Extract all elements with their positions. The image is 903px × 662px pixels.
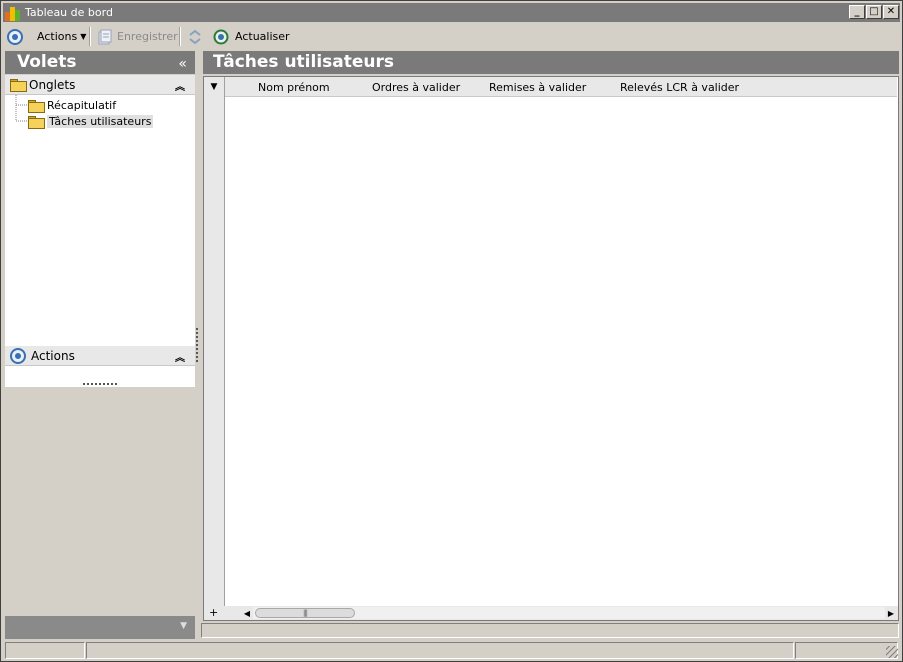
dropdown-arrow-icon: ▼ bbox=[210, 82, 218, 92]
tree-item-recapitulatif[interactable]: Récapitulatif bbox=[28, 97, 116, 113]
tree-item-label: Récapitulatif bbox=[47, 98, 117, 112]
vertical-splitter[interactable] bbox=[196, 328, 199, 362]
actions-label: Actions bbox=[37, 30, 78, 43]
dropdown-arrow-icon: ▼ bbox=[80, 32, 87, 41]
main-window: Tableau de bord _ □ ✕ Actions ▼ Enregist… bbox=[0, 0, 903, 662]
save-label: Enregistrer bbox=[117, 30, 178, 43]
refresh-button[interactable]: Actualiser bbox=[213, 26, 290, 47]
actions-icon bbox=[10, 347, 26, 364]
status-panel bbox=[86, 642, 794, 659]
column-header-nom-prenom[interactable]: Nom prénom bbox=[258, 81, 330, 94]
tasks-grid[interactable]: ▼ Nom prénom Ordres à valider Remises à … bbox=[203, 76, 899, 621]
refresh-label: Actualiser bbox=[235, 30, 290, 43]
column-headers: Nom prénom Ordres à valider Remises à va… bbox=[225, 77, 897, 97]
open-folder-icon bbox=[28, 115, 45, 129]
save-button[interactable]: Enregistrer bbox=[97, 26, 178, 47]
tree-item-label: Tâches utilisateurs bbox=[47, 114, 154, 128]
pane-footer-bar: ▼ bbox=[5, 616, 195, 639]
sync-button[interactable] bbox=[187, 26, 203, 47]
tree-connector-lines bbox=[15, 95, 27, 122]
scrollbar-thumb[interactable]: ||| bbox=[255, 608, 355, 618]
grid-footer: + ◀ ||| ▶ bbox=[204, 606, 898, 620]
horizontal-scrollbar[interactable]: ◀ ||| ▶ bbox=[241, 607, 897, 619]
column-chooser-button[interactable]: ▼ bbox=[204, 77, 225, 97]
pane-resize-handle[interactable] bbox=[83, 383, 117, 386]
toolbar: Actions ▼ Enregistrer Actualiser bbox=[3, 24, 900, 49]
toolbar-separator bbox=[179, 27, 181, 46]
column-header-remises[interactable]: Remises à valider bbox=[489, 81, 586, 94]
actions-menu-button[interactable]: Actions ▼ bbox=[7, 26, 86, 47]
side-pane: Volets « Onglets ︽ Récapitulatif Tâches … bbox=[5, 51, 195, 640]
chevron-up-icon[interactable]: ︽ bbox=[175, 349, 185, 364]
app-icon bbox=[5, 5, 21, 21]
page-title: Tâches utilisateurs bbox=[203, 51, 899, 74]
close-button[interactable]: ✕ bbox=[883, 5, 899, 19]
actions-group-header[interactable]: Actions ︽ bbox=[5, 346, 195, 366]
grid-status-strip bbox=[201, 623, 899, 638]
row-header-column bbox=[204, 97, 225, 606]
window-title: Tableau de bord bbox=[25, 6, 113, 19]
refresh-icon bbox=[213, 29, 229, 44]
actions-icon bbox=[7, 28, 23, 45]
collapse-pane-button[interactable]: « bbox=[178, 53, 187, 76]
chevron-down-icon[interactable]: ▼ bbox=[180, 621, 187, 631]
title-bar[interactable]: Tableau de bord _ □ ✕ bbox=[3, 3, 900, 22]
side-pane-title: Volets bbox=[17, 52, 77, 72]
side-pane-header: Volets « bbox=[5, 51, 195, 74]
folder-icon bbox=[28, 99, 45, 113]
tabs-group-label: Onglets bbox=[29, 77, 76, 92]
tree-item-taches-utilisateurs[interactable]: Tâches utilisateurs bbox=[28, 113, 154, 129]
toolbar-separator bbox=[89, 27, 91, 46]
scroll-right-button[interactable]: ▶ bbox=[885, 607, 897, 619]
column-header-releves-lcr[interactable]: Relevés LCR à valider bbox=[620, 81, 739, 94]
tabs-tree: Récapitulatif Tâches utilisateurs bbox=[5, 95, 195, 387]
maximize-button[interactable]: □ bbox=[866, 5, 882, 19]
column-header-ordres[interactable]: Ordres à valider bbox=[372, 81, 460, 94]
add-row-button[interactable]: + bbox=[209, 606, 218, 619]
resize-grip-icon[interactable] bbox=[886, 646, 898, 658]
folder-icon bbox=[10, 79, 27, 92]
scroll-left-button[interactable]: ◀ bbox=[241, 607, 253, 619]
tabs-group-header[interactable]: Onglets ︽ bbox=[5, 75, 195, 95]
status-panel bbox=[5, 642, 85, 659]
sync-icon bbox=[189, 29, 201, 44]
chevron-up-icon[interactable]: ︽ bbox=[175, 78, 185, 93]
minimize-button[interactable]: _ bbox=[849, 5, 865, 19]
status-bar bbox=[3, 641, 900, 660]
actions-group-label: Actions bbox=[31, 348, 75, 363]
save-icon bbox=[98, 29, 112, 44]
status-panel bbox=[795, 642, 898, 659]
